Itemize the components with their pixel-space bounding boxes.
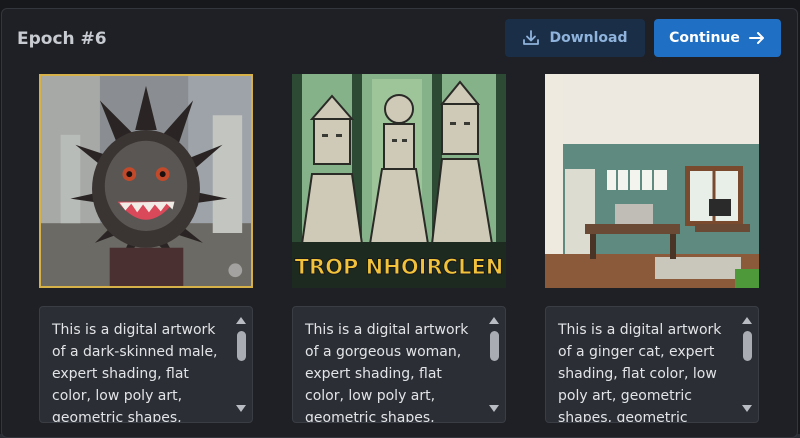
scroll-down-arrow[interactable]	[742, 405, 752, 412]
scrollbar-thumb[interactable]	[237, 331, 246, 361]
scrollbar-thumb[interactable]	[490, 331, 499, 361]
scroll-down-arrow[interactable]	[236, 405, 246, 412]
caption-box-1[interactable]: This is a digital artwork of a dark-skin…	[39, 306, 253, 423]
caption-text-3: This is a digital artwork of a ginger ca…	[558, 322, 722, 423]
download-icon	[523, 30, 540, 45]
generated-image-3[interactable]	[545, 74, 759, 288]
app-frame: Epoch #6 Download Continue TROP NHOIRCLE…	[0, 0, 800, 438]
caption-box-2[interactable]: This is a digital artwork of a gorgeous …	[292, 306, 506, 423]
download-button[interactable]: Download	[505, 19, 645, 57]
generated-image-2[interactable]: TROP NHOIRCLEN	[292, 74, 506, 288]
download-label: Download	[549, 30, 628, 46]
generated-image-1[interactable]	[39, 74, 253, 288]
arrow-right-icon	[748, 32, 764, 44]
room-interior-illustration	[545, 74, 759, 288]
continue-label: Continue	[669, 30, 740, 46]
poster-illustration: TROP NHOIRCLEN	[292, 74, 506, 288]
spiky-creature-illustration	[41, 76, 251, 286]
scrollbar-thumb[interactable]	[743, 331, 752, 361]
scroll-up-arrow[interactable]	[236, 317, 246, 324]
scroll-down-arrow[interactable]	[489, 405, 499, 412]
caption-box-3[interactable]: This is a digital artwork of a ginger ca…	[545, 306, 759, 423]
epoch-title: Epoch #6	[17, 29, 107, 49]
continue-button[interactable]: Continue	[654, 19, 781, 57]
caption-text-2: This is a digital artwork of a gorgeous …	[305, 322, 469, 423]
poster-text: TROP NHOIRCLEN	[295, 255, 504, 279]
caption-text-1: This is a digital artwork of a dark-skin…	[52, 322, 218, 423]
scroll-up-arrow[interactable]	[742, 317, 752, 324]
scroll-up-arrow[interactable]	[489, 317, 499, 324]
